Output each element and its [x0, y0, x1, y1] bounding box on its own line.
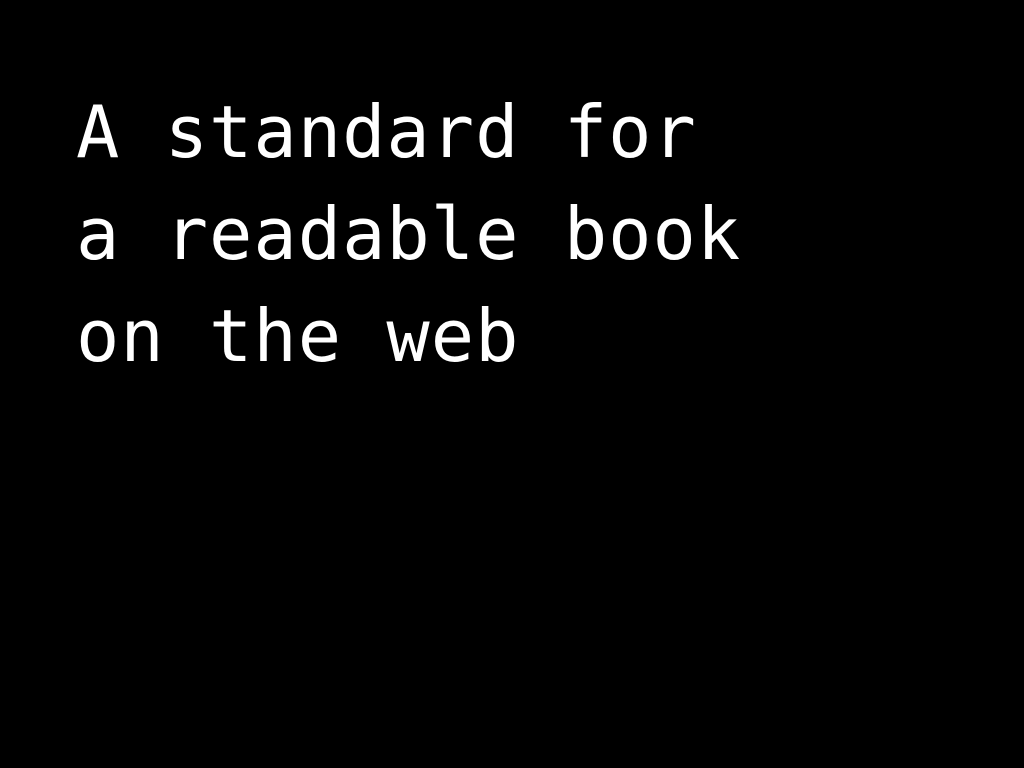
headline-line-1: A standard for: [76, 90, 697, 174]
slide: A standard for a readable book on the we…: [0, 0, 1024, 768]
headline: A standard for a readable book on the we…: [76, 81, 741, 387]
headline-line-3: on the web: [76, 294, 520, 378]
headline-line-2: a readable book: [76, 192, 742, 276]
